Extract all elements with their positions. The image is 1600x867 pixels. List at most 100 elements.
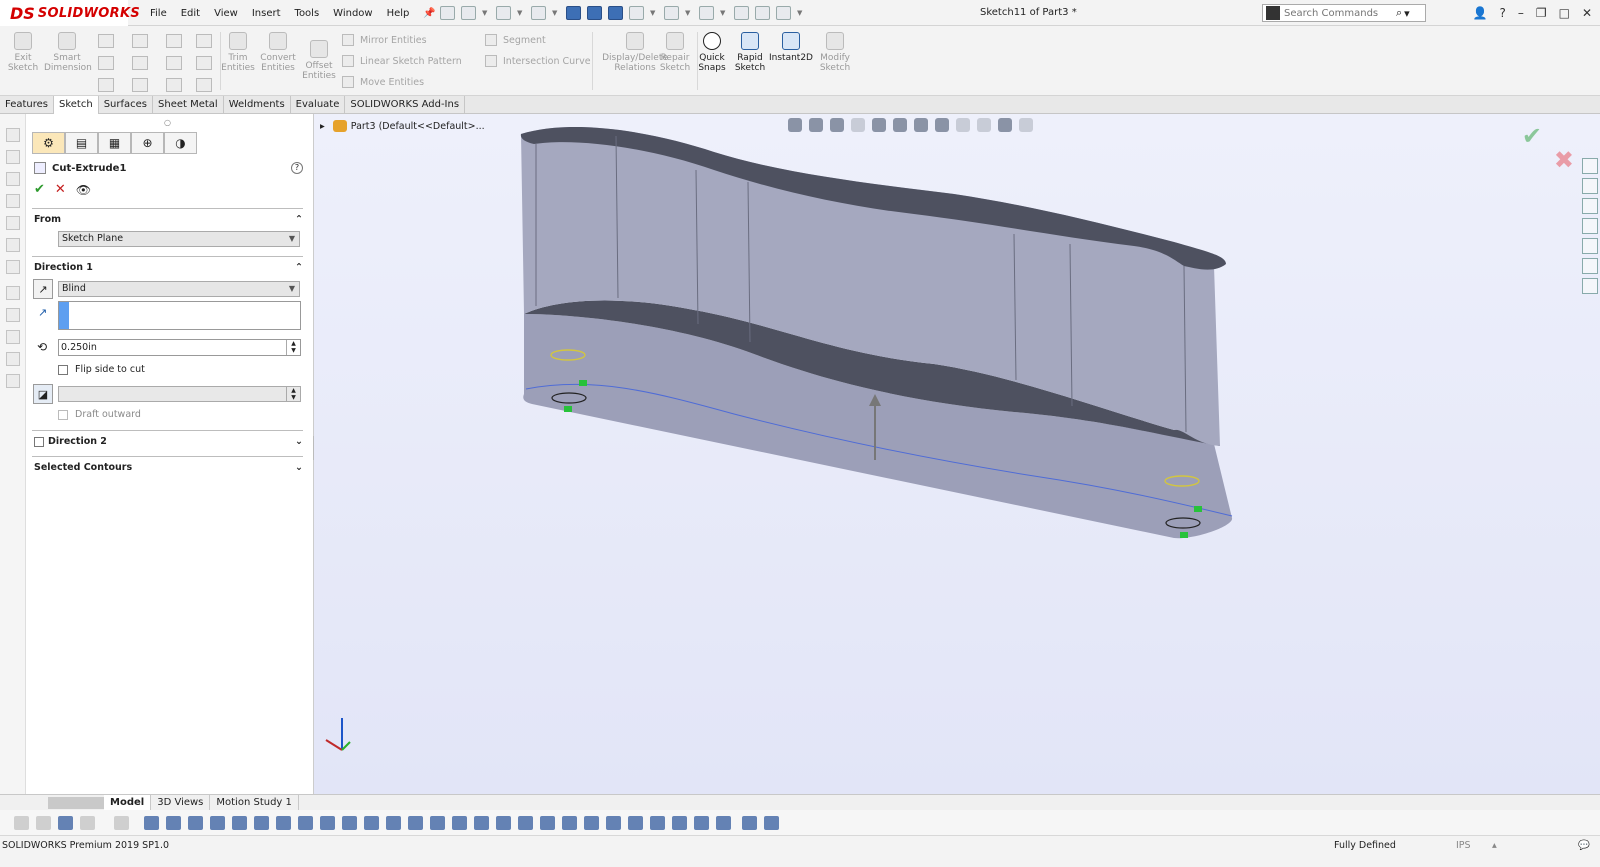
chevron-up-icon[interactable]: ⌃	[295, 262, 303, 273]
undo-icon[interactable]	[664, 6, 679, 20]
relation-marker-icon[interactable]	[564, 406, 572, 412]
smart-dimension-button[interactable]: Smart Dimension	[44, 30, 92, 73]
maximize-icon[interactable]: □	[1559, 6, 1570, 20]
save-icon[interactable]	[531, 6, 546, 20]
cancel-x-icon[interactable]: ✕	[55, 182, 66, 197]
filter-sketch-points-icon[interactable]	[276, 816, 291, 830]
tab-scroll-arrows-icon[interactable]	[48, 797, 104, 809]
gear-icon[interactable]	[776, 6, 791, 20]
filter-surface-finish-icon[interactable]	[474, 816, 489, 830]
new-document-icon[interactable]	[461, 6, 476, 20]
clear-filters-icon[interactable]	[114, 816, 129, 830]
filter-connection-icon[interactable]	[672, 816, 687, 830]
display-manager-icon[interactable]: ◑	[164, 132, 197, 154]
units-indicator[interactable]: IPS	[1456, 840, 1471, 851]
ok-check-icon[interactable]: ✔	[34, 182, 45, 197]
filter-shaft-icon[interactable]	[742, 816, 757, 830]
filter-balloons-icon[interactable]	[430, 816, 445, 830]
print-icon[interactable]	[629, 6, 644, 20]
sketch-tool-icon[interactable]	[6, 194, 20, 208]
chevron-up-icon[interactable]: ▴	[1492, 840, 1497, 851]
mirror-entities-button[interactable]: Mirror Entities	[342, 34, 427, 46]
menu-view[interactable]: View	[214, 8, 238, 19]
point-icon[interactable]	[196, 78, 212, 92]
filter-sketch-segments-icon[interactable]	[254, 816, 269, 830]
direction2-checkbox[interactable]	[34, 436, 44, 447]
menu-insert[interactable]: Insert	[252, 8, 281, 19]
filter-mates-icon[interactable]	[408, 816, 423, 830]
sketch-tool-icon[interactable]	[6, 238, 20, 252]
sketch-picture-icon[interactable]	[196, 34, 212, 48]
chevron-up-icon[interactable]: ⌃	[295, 214, 303, 225]
slot-icon[interactable]	[98, 78, 114, 92]
filter-weld-icon[interactable]	[496, 816, 511, 830]
sketch-tool-icon[interactable]	[6, 150, 20, 164]
direction2-section-header[interactable]: Direction 2 ⌄	[34, 436, 303, 447]
sketch-tool-icon[interactable]	[6, 172, 20, 186]
filter-routing-icon[interactable]	[650, 816, 665, 830]
text-icon[interactable]	[196, 56, 212, 70]
move-entities-button[interactable]: Move Entities	[342, 76, 424, 88]
dimxpert-icon[interactable]: ⊕	[131, 132, 164, 154]
open-folder-icon[interactable]	[496, 6, 511, 20]
filter-surfaces-icon[interactable]	[210, 816, 225, 830]
part-3d-view[interactable]	[314, 114, 1600, 794]
filter-mid-points-icon[interactable]	[716, 816, 731, 830]
line-icon[interactable]	[98, 34, 114, 48]
save-as-icon[interactable]	[587, 6, 602, 20]
notification-icon[interactable]: 💬	[1578, 840, 1590, 851]
draft-angle-input[interactable]: ▲ ▼	[58, 386, 301, 402]
sketch-tool-icon[interactable]	[6, 216, 20, 230]
filter-hatch-icon[interactable]	[628, 816, 643, 830]
filter-axes-icon[interactable]	[166, 816, 181, 830]
chevron-down-icon[interactable]: ⌄	[295, 462, 303, 473]
reverse-direction-icon[interactable]: ↗	[33, 279, 53, 299]
chevron-down-icon[interactable]: ▼	[552, 6, 558, 20]
filter-icon[interactable]	[14, 816, 29, 830]
pushpin-icon[interactable]: 📌	[423, 8, 435, 19]
menu-file[interactable]: File	[150, 8, 167, 19]
filter-points-icon[interactable]	[386, 816, 401, 830]
chevron-down-icon[interactable]: ⌄	[295, 436, 303, 447]
tab-model[interactable]: Model	[104, 795, 152, 810]
filter-blocks-icon[interactable]	[540, 816, 555, 830]
filter-toggle-icon[interactable]	[36, 816, 51, 830]
filter-dimensions-icon[interactable]	[298, 816, 313, 830]
depth-input[interactable]: 0.250in ▲ ▼	[58, 339, 301, 356]
polygon-icon[interactable]	[166, 56, 182, 70]
preview-eye-icon[interactable]: 👁	[76, 183, 91, 197]
offset-entities-button[interactable]: Offset Entities	[296, 38, 342, 81]
sketch-tool-icon[interactable]	[6, 352, 20, 366]
filter-text-icon[interactable]	[518, 816, 533, 830]
user-icon[interactable]: 👤	[1473, 6, 1488, 20]
tab-surfaces[interactable]: Surfaces	[99, 96, 154, 114]
file-properties-icon[interactable]	[755, 6, 770, 20]
relation-marker-icon[interactable]	[1180, 532, 1188, 538]
chevron-down-icon[interactable]: ▼	[650, 6, 656, 20]
close-icon[interactable]: ✕	[1582, 6, 1592, 20]
tab-3d-views[interactable]: 3D Views	[151, 795, 211, 810]
filter-edges-icon[interactable]	[58, 816, 73, 830]
filter-notes-icon[interactable]	[320, 816, 335, 830]
solidworks-logo[interactable]: DS SOLIDWORKS	[0, 0, 140, 26]
chevron-down-icon[interactable]: ▼	[797, 6, 803, 20]
filter-solid-bodies-icon[interactable]	[232, 816, 247, 830]
relation-marker-icon[interactable]	[579, 380, 587, 386]
home-icon[interactable]	[440, 6, 455, 20]
tab-evaluate[interactable]: Evaluate	[291, 96, 346, 114]
filter-cosmetic-icon[interactable]	[364, 816, 379, 830]
chevron-down-icon[interactable]: ▼	[517, 6, 523, 20]
chevron-down-icon[interactable]: ▼	[685, 6, 691, 20]
from-section-header[interactable]: From ⌃	[34, 214, 303, 225]
spline-icon[interactable]	[166, 34, 182, 48]
save-all-icon[interactable]	[608, 6, 623, 20]
tab-features[interactable]: Features	[0, 96, 54, 114]
tab-sheet-metal[interactable]: Sheet Metal	[153, 96, 224, 114]
graphics-area[interactable]: ▸ Part3 (Default<<Default>... ✔ ✖	[314, 114, 1600, 794]
tab-add-ins[interactable]: SOLIDWORKS Add-Ins	[345, 96, 466, 114]
chevron-down-icon[interactable]: ▼	[482, 6, 488, 20]
search-icon[interactable]: ⌕	[1396, 6, 1402, 20]
depth-spinner-icon[interactable]: ▲ ▼	[286, 340, 300, 355]
tab-sketch[interactable]: Sketch	[54, 96, 99, 114]
convert-entities-button[interactable]: Convert Entities	[255, 30, 301, 73]
